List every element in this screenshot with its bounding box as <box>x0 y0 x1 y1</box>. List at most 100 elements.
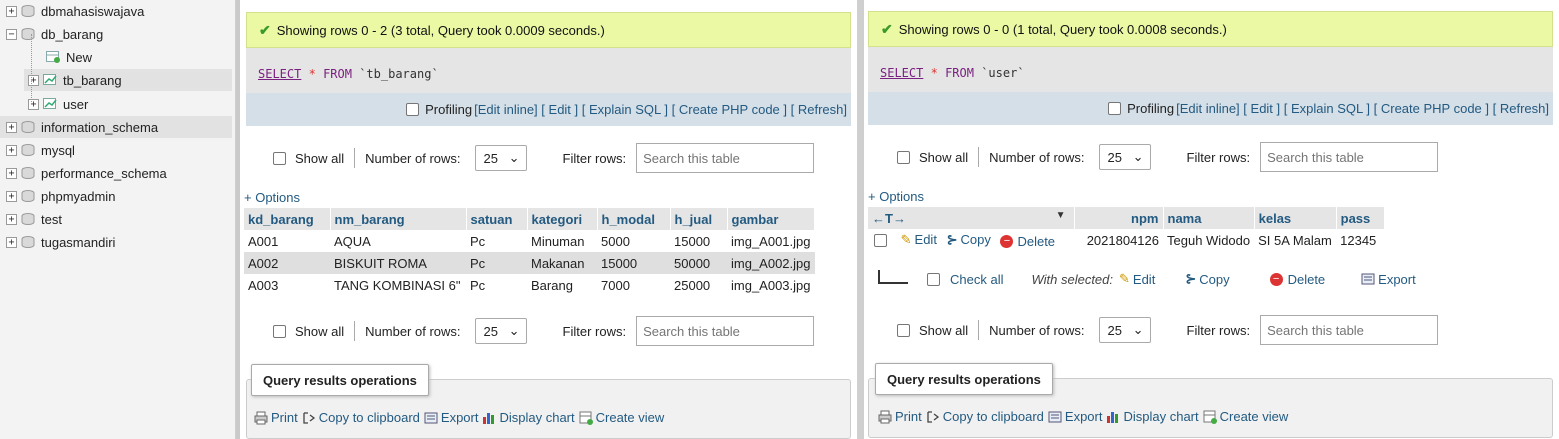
column-header[interactable]: kd_barang <box>244 208 331 230</box>
print-link[interactable]: Print <box>254 410 298 425</box>
num-rows-select[interactable]: 25 ⌄ <box>1098 317 1151 343</box>
refresh-link[interactable]: [ Refresh] <box>1493 101 1549 116</box>
column-header[interactable]: kelas <box>1254 207 1337 229</box>
table-row[interactable]: A001 AQUA Pc Minuman 5000 15000 img_A001.jpg <box>244 230 815 252</box>
column-header[interactable]: nm_barang <box>330 208 467 230</box>
collapse-icon[interactable]: − <box>6 28 17 40</box>
column-header[interactable]: h_jual <box>670 208 728 230</box>
db-test[interactable]: + test <box>6 208 62 230</box>
create-view-link[interactable]: Create view <box>579 410 664 425</box>
new-table-link[interactable]: New <box>46 46 92 68</box>
sidebar-item-label[interactable]: tugasmandiri <box>41 235 115 250</box>
print-link[interactable]: Print <box>878 409 922 424</box>
column-header[interactable]: gambar <box>727 208 815 230</box>
chevron-down-icon: ⌄ <box>508 323 520 338</box>
expand-icon[interactable]: + <box>6 5 17 17</box>
create-php-link[interactable]: [ Create PHP code ] <box>672 102 787 117</box>
expand-icon[interactable]: + <box>6 190 17 202</box>
sidebar-item-label[interactable]: user <box>63 97 88 112</box>
row-delete-link[interactable]: − Delete <box>1000 234 1055 249</box>
expand-icon[interactable]: + <box>6 167 17 179</box>
edit-inline-link[interactable]: [Edit inline] <box>1176 101 1240 116</box>
show-all-checkbox[interactable] <box>897 323 910 337</box>
db-mysql[interactable]: + mysql <box>6 139 75 161</box>
db-performance-schema[interactable]: + performance_schema <box>6 162 167 184</box>
column-header[interactable]: npm <box>1074 207 1164 229</box>
column-header[interactable]: kategori <box>527 208 598 230</box>
create-php-link[interactable]: [ Create PHP code ] <box>1374 101 1489 116</box>
bulk-copy-button[interactable]: ⊱ Copy <box>1185 271 1229 287</box>
check-all-label[interactable]: Check all <box>950 272 1003 287</box>
filter-rows-input[interactable]: Search this table <box>1260 142 1439 172</box>
db-information-schema[interactable]: + information_schema <box>0 116 232 138</box>
bulk-delete-button[interactable]: − Delete <box>1269 272 1325 287</box>
check-all-checkbox[interactable] <box>927 272 940 286</box>
filter-rows-input[interactable]: Search this table <box>1260 315 1439 345</box>
profiling-checkbox[interactable] <box>1108 102 1122 115</box>
sidebar-item-label[interactable]: test <box>41 212 62 227</box>
export-link[interactable]: Export <box>1048 409 1102 424</box>
db-db-barang[interactable]: − db_barang <box>6 23 103 45</box>
expand-icon[interactable]: + <box>28 98 39 110</box>
sort-dropdown-icon[interactable]: ▼ <box>1056 210 1066 221</box>
expand-icon[interactable]: + <box>28 74 39 86</box>
edit-link[interactable]: [ Edit ] <box>1243 101 1280 116</box>
explain-sql-link[interactable]: [ Explain SQL ] <box>582 102 668 117</box>
column-header[interactable]: h_modal <box>597 208 671 230</box>
bulk-export-button[interactable]: Export <box>1361 272 1416 287</box>
sidebar-item-label[interactable]: phpmyadmin <box>41 189 115 204</box>
expand-icon[interactable]: + <box>6 236 17 248</box>
bulk-edit-button[interactable]: ✎ Edit <box>1119 271 1155 287</box>
row-edit-link[interactable]: ✎ Edit <box>901 232 937 248</box>
options-toggle[interactable]: + Options <box>868 189 924 204</box>
display-chart-link[interactable]: Display chart <box>482 410 575 425</box>
db-tugasmandiri[interactable]: + tugasmandiri <box>6 231 115 253</box>
show-all-checkbox[interactable] <box>273 151 286 165</box>
column-header[interactable]: nama <box>1163 207 1255 229</box>
db-dbmahasiswajava[interactable]: + dbmahasiswajava <box>6 0 144 22</box>
create-view-link[interactable]: Create view <box>1203 409 1288 424</box>
column-header[interactable]: satuan <box>466 208 528 230</box>
sidebar-item-label[interactable]: mysql <box>41 143 75 158</box>
column-arrows[interactable]: ←T→ <box>872 211 906 226</box>
refresh-link[interactable]: [ Refresh] <box>791 102 847 117</box>
num-rows-select[interactable]: 25 ⌄ <box>474 145 527 171</box>
check-icon: ✔ <box>259 21 271 38</box>
num-rows-select[interactable]: 25 ⌄ <box>1098 144 1151 170</box>
num-rows-select[interactable]: 25 ⌄ <box>474 318 527 344</box>
copy-icon: ⊱ <box>946 231 958 247</box>
show-all-checkbox[interactable] <box>273 324 286 338</box>
table-icon <box>43 74 57 85</box>
options-toggle[interactable]: + Options <box>244 190 300 205</box>
explain-sql-link[interactable]: [ Explain SQL ] <box>1284 101 1370 116</box>
sidebar-item-label[interactable]: New <box>66 50 92 65</box>
export-link[interactable]: Export <box>424 410 478 425</box>
edit-inline-link[interactable]: [Edit inline] <box>474 102 538 117</box>
row-copy-link[interactable]: ⊱ Copy <box>947 232 991 248</box>
filter-rows-input[interactable]: Search this table <box>636 143 815 173</box>
sidebar-item-label[interactable]: dbmahasiswajava <box>41 4 144 19</box>
expand-icon[interactable]: + <box>6 144 17 156</box>
db-phpmyadmin[interactable]: + phpmyadmin <box>6 185 115 207</box>
filter-rows-input[interactable]: Search this table <box>636 316 815 346</box>
pane-divider[interactable] <box>857 0 864 439</box>
copy-to-clipboard-link[interactable]: Copy to clipboard <box>926 409 1044 424</box>
display-chart-link[interactable]: Display chart <box>1106 409 1199 424</box>
table-row[interactable]: A002 BISKUIT ROMA Pc Makanan 15000 50000 img_A… <box>244 252 815 274</box>
expand-icon[interactable]: + <box>6 213 17 225</box>
sidebar-item-label[interactable]: performance_schema <box>41 166 167 181</box>
copy-to-clipboard-link[interactable]: Copy to clipboard <box>302 410 420 425</box>
edit-link[interactable]: [ Edit ] <box>541 102 578 117</box>
expand-icon[interactable]: + <box>6 121 17 133</box>
table-row[interactable]: ✎ Edit ⊱ Copy − Delete 2021804126 Teguh Wid… <box>868 229 1384 251</box>
column-header[interactable]: pass <box>1336 207 1385 229</box>
sidebar-item-label[interactable]: tb_barang <box>63 73 122 88</box>
sidebar-item-label[interactable]: db_barang <box>41 27 103 42</box>
row-checkbox[interactable] <box>874 233 887 247</box>
table-row[interactable]: A003 TANG KOMBINASI 6" Pc Barang 7000 25000 im… <box>244 274 815 296</box>
show-all-checkbox[interactable] <box>897 150 910 164</box>
sidebar-item-label[interactable]: information_schema <box>41 120 158 135</box>
table-tb-barang[interactable]: + tb_barang <box>24 69 232 91</box>
table-user[interactable]: + user <box>24 93 88 115</box>
profiling-checkbox[interactable] <box>406 103 420 116</box>
